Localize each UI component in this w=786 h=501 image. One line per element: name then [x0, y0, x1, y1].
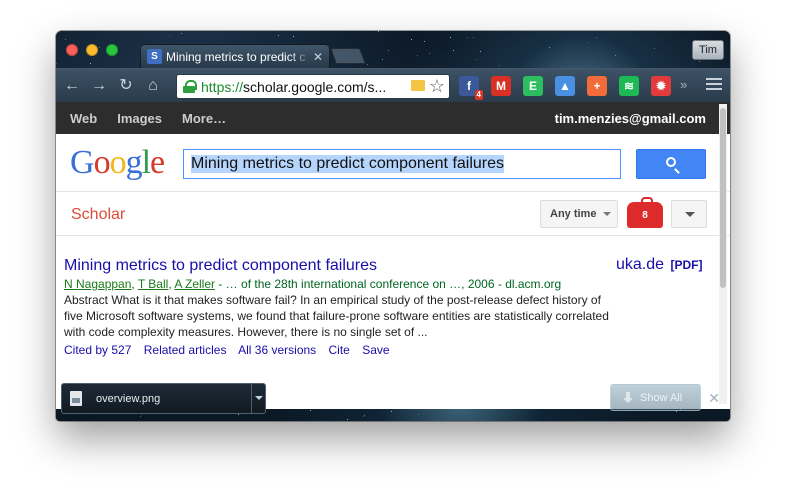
- window-minimize-button[interactable]: [86, 44, 98, 56]
- alerts-bell-icon[interactable]: 8: [627, 197, 663, 228]
- home-icon[interactable]: ⌂: [143, 76, 163, 96]
- facebook-extension-icon[interactable]: f4: [459, 76, 483, 100]
- arrow-extension-icon[interactable]: ▲: [555, 76, 575, 96]
- search-button[interactable]: [636, 149, 706, 179]
- gmail-extension-icon[interactable]: M: [491, 76, 511, 96]
- chrome-menu-icon[interactable]: [706, 78, 722, 92]
- tab-active[interactable]: S Mining metrics to predict c ✕: [140, 44, 330, 68]
- page-content: Web Images More… tim.menzies@gmail.com G…: [56, 102, 730, 409]
- result-source: - … of the 28th international conference…: [215, 277, 562, 291]
- google-bar: Web Images More… tim.menzies@gmail.com: [56, 102, 730, 134]
- browser-window: S Mining metrics to predict c ✕ Tim ← → …: [56, 31, 730, 421]
- gbar-link-web[interactable]: Web: [70, 111, 97, 126]
- search-icon: [666, 157, 676, 167]
- extension-badge: 4: [474, 90, 483, 100]
- address-bar[interactable]: https://scholar.google.com/s... ☆: [176, 74, 450, 99]
- result-links: Cited by 527 Related articles All 36 ver…: [64, 342, 664, 358]
- lock-icon: [183, 80, 197, 93]
- more-options-dropdown[interactable]: [671, 200, 707, 228]
- tab-strip: S Mining metrics to predict c ✕ Tim: [56, 31, 730, 68]
- evernote-extension-icon[interactable]: E: [523, 76, 543, 96]
- time-filter-dropdown[interactable]: Any time: [540, 200, 618, 228]
- url-text: https://scholar.google.com/s...: [201, 78, 387, 95]
- show-all-downloads-button[interactable]: Show All: [610, 384, 701, 411]
- result-title[interactable]: Mining metrics to predict component fail…: [64, 256, 664, 276]
- search-result: Mining metrics to predict component fail…: [64, 256, 664, 358]
- result-authors: N Nagappan, T Ball, A Zeller - … of the …: [64, 277, 562, 291]
- back-arrow-icon[interactable]: ←: [62, 76, 82, 96]
- google-logo[interactable]: Google: [70, 144, 165, 182]
- spotify-extension-icon[interactable]: ≋: [619, 76, 639, 96]
- search-input[interactable]: Mining metrics to predict component fail…: [183, 149, 621, 179]
- profile-button[interactable]: Tim: [692, 40, 724, 60]
- scholar-toolbar: Scholar Any time 8: [56, 192, 730, 236]
- all-versions-link[interactable]: All 36 versions: [238, 343, 316, 357]
- close-shelf-icon[interactable]: ✕: [708, 390, 720, 407]
- scholar-label[interactable]: Scholar: [71, 206, 125, 224]
- window-zoom-button[interactable]: [106, 44, 118, 56]
- result-snippet: Abstract What is it that makes software …: [64, 293, 609, 339]
- folder-icon[interactable]: [411, 80, 425, 91]
- forward-arrow-icon[interactable]: →: [89, 76, 109, 96]
- tab-title: Mining metrics to predict c: [166, 49, 306, 64]
- plus-extension-icon[interactable]: +: [587, 76, 607, 96]
- author-link[interactable]: N Nagappan: [64, 277, 131, 291]
- download-menu-button[interactable]: [251, 384, 265, 413]
- related-articles-link[interactable]: Related articles: [144, 343, 227, 357]
- download-file-name: overview.png: [96, 392, 161, 405]
- scholar-favicon-icon: S: [147, 49, 162, 64]
- tab-close-icon[interactable]: ✕: [313, 50, 323, 64]
- author-link[interactable]: T Ball: [138, 277, 168, 291]
- bookmark-star-icon[interactable]: ☆: [429, 76, 445, 96]
- gear-extension-icon[interactable]: ✹: [651, 76, 671, 96]
- account-email[interactable]: tim.menzies@gmail.com: [555, 111, 706, 126]
- gbar-link-images[interactable]: Images: [117, 111, 162, 126]
- cite-link[interactable]: Cite: [329, 343, 350, 357]
- pdf-link[interactable]: uka.de [PDF]: [616, 256, 703, 274]
- cited-by-link[interactable]: Cited by 527: [64, 343, 131, 357]
- page-scrollbar[interactable]: [719, 104, 727, 404]
- browser-toolbar: ← → ↻ ⌂ https://scholar.google.com/s... …: [56, 68, 730, 102]
- image-file-icon: [70, 391, 82, 406]
- search-header: Google Mining metrics to predict compone…: [56, 134, 730, 192]
- new-tab-button[interactable]: [330, 48, 366, 64]
- window-close-button[interactable]: [66, 44, 78, 56]
- download-shelf: overview.png Show All ✕: [56, 377, 730, 421]
- gbar-link-more[interactable]: More…: [182, 111, 226, 126]
- reload-icon[interactable]: ↻: [116, 76, 136, 96]
- author-link[interactable]: A Zeller: [174, 277, 215, 291]
- save-link[interactable]: Save: [362, 343, 389, 357]
- download-item[interactable]: overview.png: [61, 383, 266, 414]
- extensions-overflow[interactable]: »: [680, 77, 687, 92]
- download-arrow-icon: [623, 391, 633, 404]
